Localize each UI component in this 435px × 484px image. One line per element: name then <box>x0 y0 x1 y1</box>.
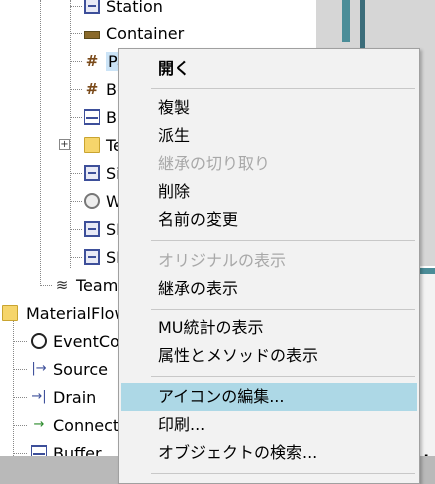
station-icon <box>84 221 100 237</box>
menu-item-search-object[interactable]: オブジェクトの検索... <box>121 439 417 467</box>
window-frame <box>342 0 350 42</box>
context-menu: 開く 複製 派生 継承の切り取り 削除 名前の変更 オリジナルの表示 継承の表示… <box>118 48 420 484</box>
tree-item-container[interactable]: Container <box>70 19 184 47</box>
folder-icon <box>2 305 18 321</box>
folder-icon <box>84 137 100 153</box>
menu-item-delete[interactable]: 削除 <box>121 178 417 206</box>
menu-item-show-attributes[interactable]: 属性とメソッドの表示 <box>121 342 417 370</box>
container-icon <box>84 31 100 39</box>
team-icon: ≋ <box>55 276 69 294</box>
menu-separator <box>151 309 415 310</box>
menu-item-print[interactable]: 印刷... <box>121 411 417 439</box>
menu-item-cut-inheritance: 継承の切り取り <box>158 154 271 173</box>
menu-separator <box>151 240 415 241</box>
tree-guide-line <box>40 0 41 284</box>
menu-separator <box>151 376 415 377</box>
tree-item-templates[interactable]: + Te <box>58 131 123 159</box>
buffer-icon <box>84 109 100 125</box>
menu-item-derive[interactable]: 派生 <box>121 122 417 150</box>
menu-item-open[interactable]: 開く <box>121 55 417 83</box>
parallel-station-icon: # <box>85 52 99 70</box>
source-icon: |→ <box>31 361 47 376</box>
tree-item-single-proc[interactable]: Si <box>70 159 121 187</box>
border-icon: # <box>85 80 99 98</box>
tree-item-drain[interactable]: →| Drain <box>13 383 96 411</box>
tree-item-station[interactable]: Station <box>70 0 163 20</box>
drain-icon: →| <box>31 389 47 404</box>
expand-icon[interactable]: + <box>59 139 70 150</box>
menu-separator <box>151 473 415 474</box>
menu-separator <box>151 88 415 89</box>
tree-item-event-controller[interactable]: EventCor <box>13 327 126 355</box>
tree-item-material-flow[interactable]: MaterialFlow <box>2 299 128 327</box>
tree-item-worker[interactable]: W <box>70 187 122 215</box>
menu-item-show-mu-stats[interactable]: MU統計の表示 <box>121 314 417 342</box>
tree-item-source[interactable]: |→ Source <box>13 355 108 383</box>
worker-icon <box>84 193 100 209</box>
singleproc-icon <box>84 165 100 181</box>
menu-item-rename[interactable]: 名前の変更 <box>121 206 417 234</box>
right-pane-titlebar <box>418 268 435 274</box>
tree-item-team[interactable]: ≋ Team <box>40 271 118 299</box>
clock-icon <box>31 333 47 349</box>
station-icon <box>84 0 100 14</box>
menu-item-show-original: オリジナルの表示 <box>158 251 287 270</box>
menu-item-edit-icon[interactable]: アイコンの編集... <box>121 383 417 411</box>
station-icon <box>84 249 100 265</box>
menu-item-show-inheritance[interactable]: 継承の表示 <box>121 275 417 303</box>
connector-icon: → <box>33 417 45 432</box>
menu-item-duplicate[interactable]: 複製 <box>121 94 417 122</box>
tree-item-connector[interactable]: → Connecto <box>13 411 129 439</box>
